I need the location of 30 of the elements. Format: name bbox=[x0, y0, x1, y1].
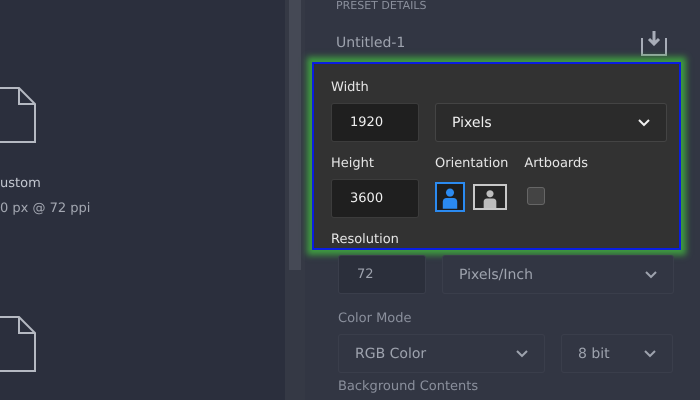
preset-size: 0 px @ 72 ppi bbox=[0, 201, 92, 217]
person-icon bbox=[482, 189, 498, 208]
unit-dropdown[interactable]: Pixels bbox=[435, 103, 667, 142]
document-icon bbox=[0, 315, 37, 373]
chevron-down-icon bbox=[645, 270, 657, 278]
artboards-checkbox[interactable] bbox=[527, 187, 546, 205]
field-label: Artboards bbox=[524, 156, 588, 172]
chevron-down-icon bbox=[644, 350, 656, 358]
section-heading: PRESET DETAILS bbox=[336, 0, 428, 12]
preset-name: ustom bbox=[0, 176, 42, 192]
height-field[interactable]: 3600 bbox=[331, 179, 419, 218]
chevron-down-icon bbox=[516, 350, 528, 358]
field-label: Background Contents bbox=[338, 379, 480, 395]
bit-depth-dropdown[interactable]: 8 bit bbox=[561, 334, 673, 373]
width-field[interactable]: 1920 bbox=[331, 103, 419, 142]
field-label: Width bbox=[331, 80, 370, 96]
resolution-field[interactable]: 72 bbox=[338, 255, 426, 294]
field-label: Height bbox=[331, 156, 375, 172]
field-label: Resolution bbox=[331, 232, 400, 248]
color-mode-dropdown[interactable]: RGB Color bbox=[338, 334, 545, 373]
landscape-orientation-button[interactable] bbox=[473, 184, 507, 210]
field-label: Orientation bbox=[435, 156, 508, 172]
document-icon bbox=[0, 86, 37, 144]
person-icon bbox=[441, 186, 459, 210]
document-title: Untitled-1 bbox=[336, 35, 406, 51]
resolution-unit-dropdown[interactable]: Pixels/Inch bbox=[442, 255, 674, 294]
field-label: Color Mode bbox=[338, 311, 412, 327]
portrait-orientation-button[interactable] bbox=[435, 182, 465, 212]
chevron-down-icon bbox=[638, 118, 650, 126]
download-icon[interactable] bbox=[641, 30, 667, 56]
